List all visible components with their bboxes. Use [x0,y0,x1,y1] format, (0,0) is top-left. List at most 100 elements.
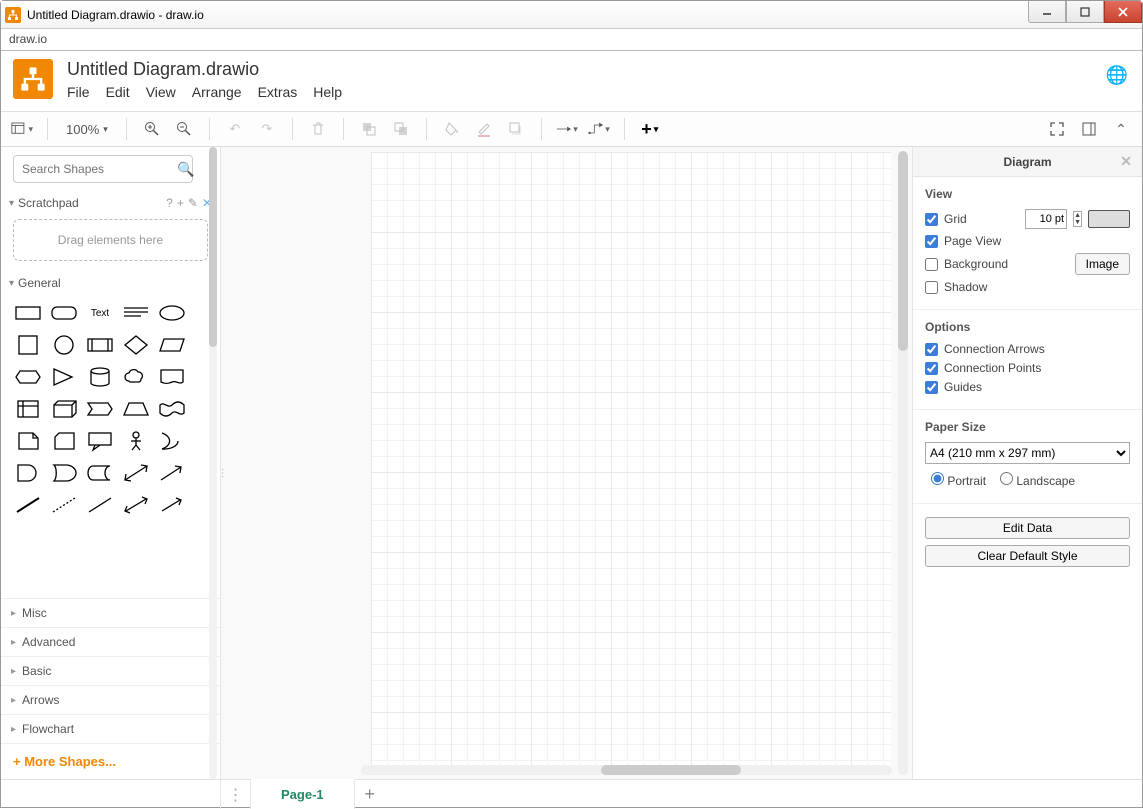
window-minimize-button[interactable] [1028,1,1066,23]
menu-arrange[interactable]: Arrange [192,84,242,100]
shape-callout[interactable] [83,427,117,455]
menu-file[interactable]: File [67,84,90,100]
delete-button[interactable] [307,118,329,140]
shape-square[interactable] [11,331,45,359]
shape-text[interactable]: Text [83,299,117,327]
menu-extras[interactable]: Extras [258,84,298,100]
shape-dashed-line[interactable] [47,491,81,519]
format-panel-toggle[interactable] [1078,118,1100,140]
language-icon[interactable]: 🌐 [1106,65,1128,86]
shape-textbox[interactable] [119,299,153,327]
shape-directional-connector[interactable] [155,491,189,519]
sidebar-scrollbar[interactable] [209,147,217,779]
zoom-dropdown[interactable]: 100%▾ [62,122,112,137]
pageview-checkbox[interactable] [925,235,938,248]
shape-note[interactable] [11,427,45,455]
category-misc[interactable]: ▸Misc [1,598,220,627]
shape-cylinder[interactable] [83,363,117,391]
grid-color-swatch[interactable] [1088,210,1130,228]
scratchpad-help-icon[interactable]: ? [166,196,173,210]
shape-parallelogram[interactable] [155,331,189,359]
shape-step[interactable] [83,395,117,423]
shape-bidir-connector[interactable] [119,491,153,519]
fullscreen-button[interactable] [1046,118,1068,140]
shape-triangle[interactable] [47,363,81,391]
caret-down-icon[interactable]: ▾ [9,198,14,209]
grid-size-input[interactable] [1025,209,1067,229]
page-tab-1[interactable]: Page-1 [251,779,355,809]
canvas-vertical-scrollbar[interactable] [898,151,908,775]
shape-ellipse[interactable] [155,299,189,327]
insert-dropdown[interactable]: +▾ [639,118,661,140]
shape-line-thin[interactable] [83,491,117,519]
shadow-button[interactable] [505,118,527,140]
collapse-button[interactable]: ⌃ [1110,118,1132,140]
add-page-button[interactable]: + [355,780,385,809]
shape-search[interactable]: 🔍 [13,155,193,183]
background-image-button[interactable]: Image [1075,253,1130,275]
scratchpad-edit-icon[interactable]: ✎ [188,196,198,210]
canvas-page[interactable] [371,152,891,772]
connection-points-checkbox[interactable] [925,362,938,375]
canvas[interactable]: ⋮ [221,147,912,779]
category-basic[interactable]: ▸Basic [1,656,220,685]
connection-dropdown[interactable]: ▾ [556,118,578,140]
shape-cloud[interactable] [119,363,153,391]
format-panel-close-icon[interactable]: ✕ [1120,153,1132,170]
connection-arrows-checkbox[interactable] [925,343,938,356]
menu-edit[interactable]: Edit [106,84,130,100]
shape-document[interactable] [155,363,189,391]
shape-internal-storage[interactable] [11,395,45,423]
grid-size-stepper[interactable]: ▲▼ [1073,211,1082,227]
to-back-button[interactable] [390,118,412,140]
shadow-checkbox[interactable] [925,281,938,294]
category-advanced[interactable]: ▸Advanced [1,627,220,656]
line-color-button[interactable] [473,118,495,140]
shape-cube[interactable] [47,395,81,423]
shape-bidirectional-arrow[interactable] [119,459,153,487]
background-checkbox[interactable] [925,258,938,271]
zoom-out-button[interactable] [173,118,195,140]
waypoints-dropdown[interactable]: ▾ [588,118,610,140]
shape-trapezoid[interactable] [119,395,153,423]
canvas-horizontal-scrollbar[interactable] [361,765,892,775]
shape-rectangle[interactable] [11,299,45,327]
caret-down-icon[interactable]: ▾ [9,278,14,289]
fill-color-button[interactable] [441,118,463,140]
menu-help[interactable]: Help [313,84,342,100]
category-flowchart[interactable]: ▸Flowchart [1,714,220,743]
shape-rounded-rectangle[interactable] [47,299,81,327]
shape-line[interactable] [11,491,45,519]
document-title[interactable]: Untitled Diagram.drawio [67,59,342,80]
shape-data-storage[interactable] [83,459,117,487]
shape-hexagon[interactable] [11,363,45,391]
paper-size-select[interactable]: A4 (210 mm x 297 mm) [925,442,1130,464]
shape-arrow[interactable] [155,459,189,487]
shape-curve[interactable] [155,427,189,455]
shape-diamond[interactable] [119,331,153,359]
search-icon[interactable]: 🔍 [177,161,194,178]
shape-or[interactable] [47,459,81,487]
clear-default-style-button[interactable]: Clear Default Style [925,545,1130,567]
shape-and[interactable] [11,459,45,487]
shape-circle[interactable] [47,331,81,359]
grid-checkbox[interactable] [925,213,938,226]
scratchpad-add-icon[interactable]: + [177,196,184,210]
shape-process[interactable] [83,331,117,359]
shape-search-input[interactable] [22,162,177,176]
scratchpad-dropzone[interactable]: Drag elements here [13,219,208,261]
shape-actor[interactable] [119,427,153,455]
menu-view[interactable]: View [146,84,176,100]
shape-tape[interactable] [155,395,189,423]
undo-button[interactable]: ↶ [224,118,246,140]
window-close-button[interactable] [1104,1,1142,23]
view-dropdown-button[interactable]: ▾ [11,118,33,140]
page-tabs-menu-button[interactable]: ⋮ [221,780,251,809]
edit-data-button[interactable]: Edit Data [925,517,1130,539]
zoom-in-button[interactable] [141,118,163,140]
more-shapes-button[interactable]: + More Shapes... [1,743,220,779]
category-arrows[interactable]: ▸Arrows [1,685,220,714]
guides-checkbox[interactable] [925,381,938,394]
landscape-radio[interactable] [1000,472,1013,485]
to-front-button[interactable] [358,118,380,140]
